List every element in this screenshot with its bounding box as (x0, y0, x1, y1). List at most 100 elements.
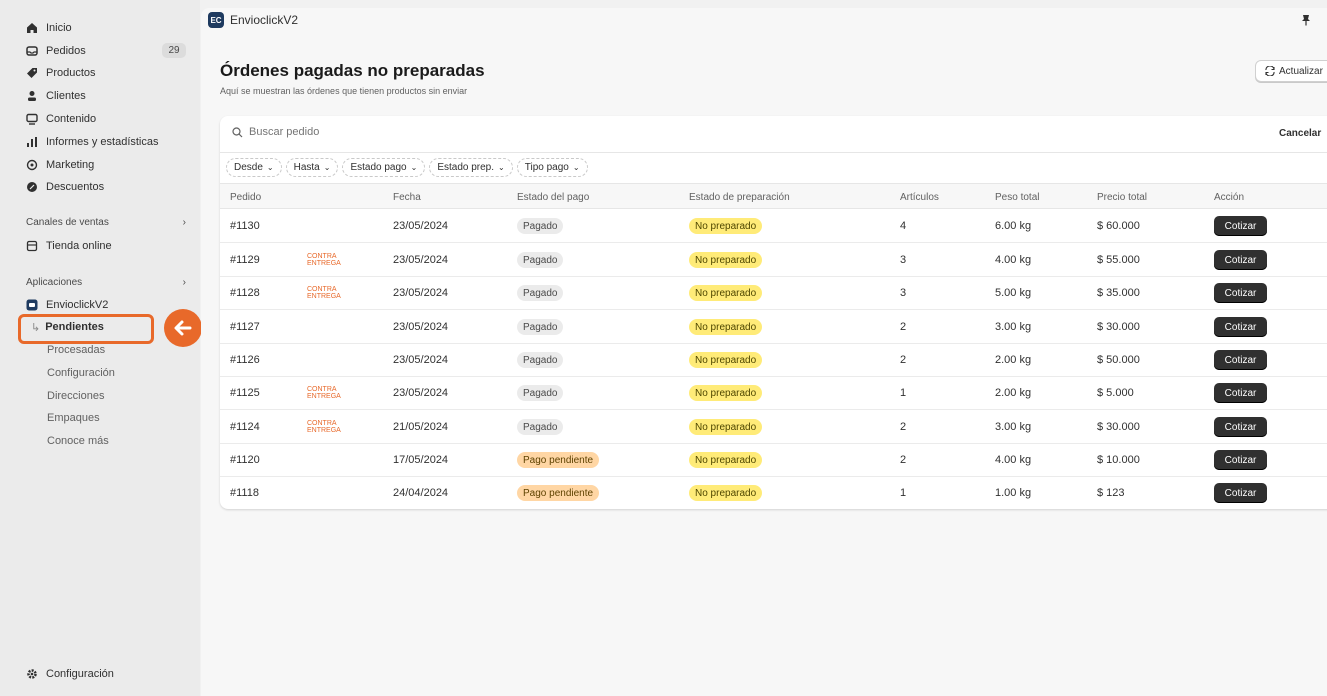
table-row: #1120 17/05/2024 Pago pendiente No preparad… (220, 443, 1327, 477)
filter-estado-pago[interactable]: Estado pago ⌄ (342, 158, 426, 177)
preparation-status-badge: No preparado (689, 385, 763, 401)
order-date: 23/05/2024 (393, 387, 449, 399)
cash-on-delivery-label: CONTRA ENTREGA (307, 286, 341, 300)
nav-item-envioclick[interactable]: EnvioclickV2 (26, 296, 108, 314)
nav-item-clientes[interactable]: Clientes (26, 87, 86, 105)
total-price: $ 50.000 (1097, 354, 1140, 366)
order-number[interactable]: #1118 (230, 487, 259, 499)
total-price: $ 5.000 (1097, 387, 1134, 399)
preparation-status-badge: No preparado (689, 319, 763, 335)
cotizar-button[interactable]: Cotizar (1214, 383, 1267, 403)
order-number[interactable]: #1126 (230, 354, 260, 366)
section-title: Aplicaciones (26, 277, 83, 288)
preparation-status-badge: No preparado (689, 252, 763, 268)
cancel-button[interactable]: Cancelar (1279, 128, 1321, 139)
table-row: #1130 23/05/2024 Pagado No preparado 4 6.00 k… (220, 209, 1327, 243)
cotizar-button[interactable]: Cotizar (1214, 250, 1267, 270)
nav-subitem-conoce-mas[interactable]: Conoce más (47, 432, 109, 450)
order-number[interactable]: #1130 (230, 220, 260, 232)
chevron-right-icon: › (182, 277, 186, 288)
nav-item-contenido[interactable]: Contenido (26, 110, 96, 128)
order-number[interactable]: #1127 (230, 321, 260, 333)
total-weight: 2.00 kg (995, 354, 1032, 366)
filter-label: Estado prep. (437, 162, 495, 173)
table-row: #1127 23/05/2024 Pagado No preparado 2 3.00 k… (220, 310, 1327, 344)
filter-desde[interactable]: Desde ⌄ (226, 158, 282, 177)
refresh-button[interactable]: Actualizar (1255, 60, 1327, 82)
column-header-precio-total: Precio total (1097, 192, 1148, 203)
nav-subitem-empaques[interactable]: Empaques (47, 409, 100, 427)
pin-icon[interactable] (1301, 14, 1311, 29)
nav-item-productos[interactable]: Productos (26, 64, 96, 82)
cotizar-button[interactable]: Cotizar (1214, 283, 1267, 303)
nav-item-descuentos[interactable]: Descuentos (26, 178, 104, 196)
apps-section[interactable]: Aplicaciones › (26, 277, 186, 288)
payment-status-badge: Pagado (517, 252, 564, 268)
cotizar-button[interactable]: Cotizar (1214, 216, 1267, 236)
order-number[interactable]: #1124 (230, 421, 260, 433)
table-row: #1126 23/05/2024 Pagado No preparado 2 2.00 k… (220, 343, 1327, 377)
order-number[interactable]: #1125 (230, 387, 260, 399)
nav-label: Informes y estadísticas (46, 136, 159, 148)
search-input[interactable] (249, 126, 549, 138)
contra-line-1: CONTRA (307, 420, 337, 427)
item-count: 1 (900, 387, 907, 399)
subitem-label: Empaques (47, 412, 100, 424)
order-number[interactable]: #1128 (230, 287, 260, 299)
item-count: 3 (900, 287, 907, 299)
table-row: #1128 CONTRA ENTREGA 23/05/2024 Pagado No pre… (220, 276, 1327, 310)
cotizar-button[interactable]: Cotizar (1214, 317, 1267, 337)
nav-item-marketing[interactable]: Marketing (26, 156, 94, 174)
nav-item-inicio[interactable]: Inicio (26, 19, 72, 37)
search-field[interactable] (232, 126, 549, 138)
total-price: $ 55.000 (1097, 254, 1140, 266)
cotizar-button[interactable]: Cotizar (1214, 350, 1267, 370)
discount-icon (26, 181, 38, 193)
cotizar-button[interactable]: Cotizar (1214, 417, 1267, 437)
nav-subitem-configuracion[interactable]: Configuración (47, 364, 115, 382)
order-date: 24/04/2024 (393, 487, 449, 499)
nav-item-tienda-online[interactable]: Tienda online (26, 237, 112, 255)
chevron-down-icon: ⌄ (410, 163, 418, 172)
order-number[interactable]: #1129 (230, 254, 260, 266)
nav-item-informes[interactable]: Informes y estadísticas (26, 133, 159, 151)
total-weight: 3.00 kg (995, 321, 1032, 333)
app-header: EC EnvioclickV2 (208, 12, 298, 28)
target-icon (26, 159, 38, 171)
order-date: 23/05/2024 (393, 220, 449, 232)
cotizar-button[interactable]: Cotizar (1214, 483, 1267, 503)
refresh-label: Actualizar (1279, 65, 1323, 77)
chevron-right-icon: › (182, 217, 186, 228)
nav-item-pedidos[interactable]: Pedidos (26, 42, 86, 60)
gear-icon (26, 668, 38, 680)
total-weight: 4.00 kg (995, 454, 1032, 466)
filter-hasta[interactable]: Hasta ⌄ (285, 158, 339, 177)
sidebar: Inicio Pedidos 29 Productos Clientes Con… (0, 0, 202, 696)
arrow-left-icon (164, 309, 202, 347)
item-count: 1 (900, 487, 907, 499)
preparation-status-badge: No preparado (689, 452, 763, 468)
preparation-status-badge: No preparado (689, 485, 763, 501)
preparation-status-badge: No preparado (689, 218, 763, 234)
section-title: Canales de ventas (26, 217, 109, 228)
order-number[interactable]: #1120 (230, 454, 260, 466)
total-price: $ 10.000 (1097, 454, 1140, 466)
orders-count-badge: 29 (162, 43, 186, 58)
contra-line-2: ENTREGA (307, 427, 341, 434)
cotizar-button[interactable]: Cotizar (1214, 450, 1267, 470)
subitem-label: Procesadas (47, 344, 106, 356)
contra-line-1: CONTRA (307, 386, 337, 393)
nav-item-configuracion[interactable]: Configuración (26, 665, 114, 683)
filter-estado-prep[interactable]: Estado prep. ⌄ (429, 158, 513, 177)
total-weight: 4.00 kg (995, 254, 1032, 266)
sales-channels-section[interactable]: Canales de ventas › (26, 217, 186, 228)
filter-tipo-pago[interactable]: Tipo pago ⌄ (516, 158, 588, 177)
item-count: 4 (900, 220, 907, 232)
nav-label: Inicio (46, 22, 72, 34)
cash-on-delivery-label: CONTRA ENTREGA (307, 420, 341, 434)
filter-label: Hasta (293, 162, 320, 173)
nav-subitem-direcciones[interactable]: Direcciones (47, 387, 104, 405)
column-header-articulos: Artículos (900, 192, 939, 203)
total-weight: 6.00 kg (995, 220, 1032, 232)
total-price: $ 60.000 (1097, 220, 1140, 232)
